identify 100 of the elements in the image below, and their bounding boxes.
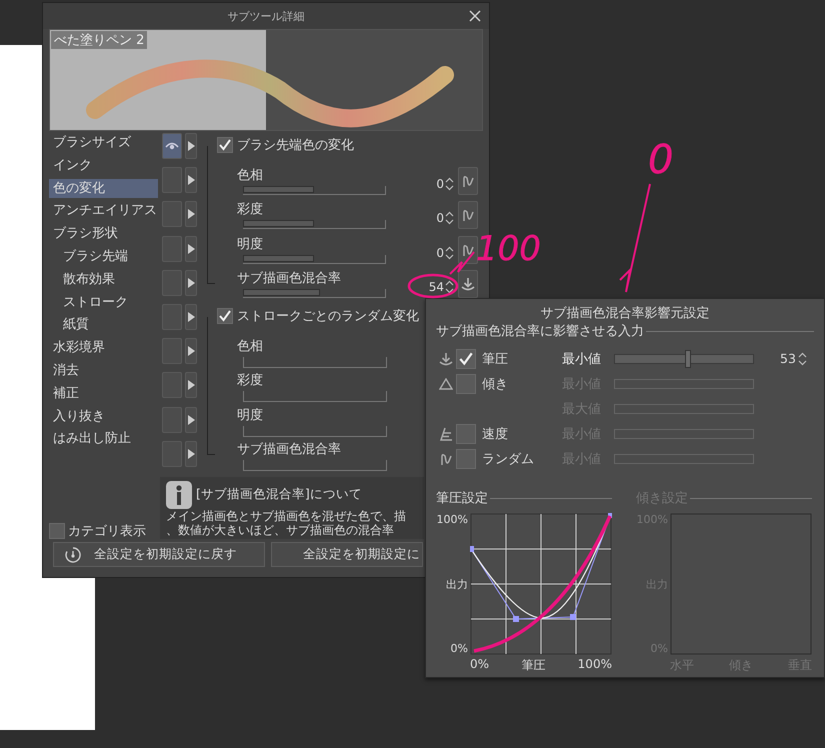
category-item[interactable]: 消去 [49, 360, 83, 380]
setting-label: サブ描画色混合率 [237, 270, 342, 288]
slider-track[interactable] [243, 357, 387, 368]
slider-track[interactable] [614, 404, 754, 414]
expand-button[interactable] [185, 236, 197, 262]
slider-track[interactable] [614, 428, 754, 438]
spinner-icon[interactable] [798, 352, 807, 366]
spinner-icon[interactable] [445, 211, 454, 226]
value-text: 0 [436, 177, 444, 192]
effect-source-button[interactable] [458, 236, 478, 264]
value-text: 0 [436, 246, 444, 260]
expand-button[interactable] [185, 201, 197, 228]
category-item[interactable]: 紙質 [59, 315, 93, 334]
category-item[interactable]: 散布効果 [59, 270, 119, 289]
squiggle-icon [461, 242, 475, 257]
category-item[interactable]: アンチエイリアス [49, 201, 161, 220]
axis-label: 筆圧 [521, 657, 546, 674]
visibility-toggle[interactable] [162, 201, 182, 228]
effect-source-button[interactable] [458, 270, 478, 298]
input-checkbox[interactable] [456, 348, 476, 368]
param-label: 最小値 [562, 350, 602, 368]
expand-button[interactable] [185, 304, 197, 330]
category-item[interactable]: 水彩境界 [49, 338, 109, 358]
triangle-right-icon [188, 175, 194, 186]
axis-label: 100% [578, 657, 612, 673]
pressure-icon [439, 352, 453, 366]
input-checkbox[interactable] [456, 424, 476, 444]
window-title: サブ描画色混合率影響元設定 [540, 305, 710, 322]
slider-thumb[interactable] [685, 350, 692, 368]
slider-track[interactable] [243, 426, 387, 436]
visibility-toggle[interactable] [162, 372, 182, 398]
slider-track[interactable] [614, 454, 754, 464]
slider-track[interactable] [243, 186, 386, 196]
expand-button[interactable] [185, 338, 197, 364]
setting-label: 明度 [237, 236, 264, 254]
expand-button[interactable] [185, 167, 197, 194]
category-item[interactable]: 入り抜き [49, 406, 109, 426]
visibility-toggle[interactable] [162, 304, 182, 330]
value-text: 54 [428, 280, 444, 294]
effect-source-button[interactable] [458, 167, 478, 196]
input-checkbox[interactable] [456, 448, 476, 468]
squiggle-icon [439, 452, 453, 466]
info-icon [166, 480, 192, 509]
slider-track[interactable] [243, 391, 387, 402]
category-item[interactable]: ブラシ先端 [59, 246, 132, 266]
speed-icon [439, 426, 453, 440]
triangle-right-icon [188, 414, 194, 424]
slider-track[interactable] [614, 378, 754, 388]
triangle-right-icon [188, 244, 194, 254]
visibility-toggle[interactable] [162, 270, 182, 296]
reset-button[interactable]: 全設定を初期設定に [271, 542, 423, 568]
visibility-toggle[interactable] [162, 440, 182, 467]
category-item[interactable]: ブラシ形状 [49, 224, 122, 244]
window-title: サブツール詳細 [228, 8, 304, 24]
category-item[interactable]: ストローク [59, 292, 132, 312]
group-checkbox[interactable] [217, 137, 233, 153]
pressure-icon [461, 276, 475, 291]
visibility-toggle[interactable] [162, 338, 182, 364]
expand-button[interactable] [185, 372, 197, 398]
slider-track[interactable] [243, 460, 387, 471]
spinner-icon[interactable] [445, 177, 454, 192]
category-item[interactable]: インク [49, 156, 96, 175]
value-text: 53 [780, 351, 796, 366]
axis-label: 0% [450, 642, 468, 655]
visibility-toggle[interactable] [162, 236, 182, 262]
category-item[interactable]: 補正 [49, 384, 83, 403]
expand-button[interactable] [185, 406, 197, 432]
expand-button[interactable] [185, 270, 197, 296]
effect-source-button[interactable] [458, 201, 478, 230]
input-checkbox[interactable] [456, 374, 476, 394]
spinner-icon[interactable] [445, 246, 454, 260]
setting-label: 彩度 [237, 201, 264, 220]
slider-track[interactable] [243, 254, 386, 264]
expand-button[interactable] [185, 133, 197, 159]
slider-track[interactable] [243, 288, 386, 298]
visibility-toggle[interactable] [162, 133, 182, 159]
category-display-checkbox[interactable] [49, 523, 65, 540]
triangle-right-icon [188, 346, 194, 356]
visibility-toggle[interactable] [162, 406, 182, 432]
input-label: 速度 [482, 426, 508, 442]
eye-icon [165, 142, 179, 150]
axis-label: 100% [436, 513, 468, 526]
expand-button[interactable] [185, 440, 197, 467]
group-checkbox[interactable] [217, 308, 233, 324]
input-label: ランダム [482, 452, 534, 466]
spinner-icon[interactable] [445, 280, 454, 294]
pressure-curve-drawing[interactable] [470, 513, 612, 655]
close-icon[interactable] [469, 10, 481, 22]
category-item[interactable]: はみ出し防止 [49, 429, 135, 448]
visibility-toggle[interactable] [162, 167, 182, 194]
reset-button[interactable]: 全設定を初期設定に戻す [53, 542, 265, 568]
triangle-right-icon [188, 312, 194, 322]
setting-label: 色相 [237, 167, 264, 186]
group-label: ブラシ先端色の変化 [237, 137, 354, 154]
squiggle-icon [461, 208, 475, 222]
group-label: ストロークごとのランダム変化 [237, 308, 419, 325]
slider-track[interactable] [243, 220, 386, 230]
category-item[interactable]: ブラシサイズ [49, 133, 135, 152]
info-text: 、数値が大きいほど、サブ描画色の混合率 [166, 522, 395, 537]
category-item[interactable]: 色の変化 [49, 178, 158, 198]
